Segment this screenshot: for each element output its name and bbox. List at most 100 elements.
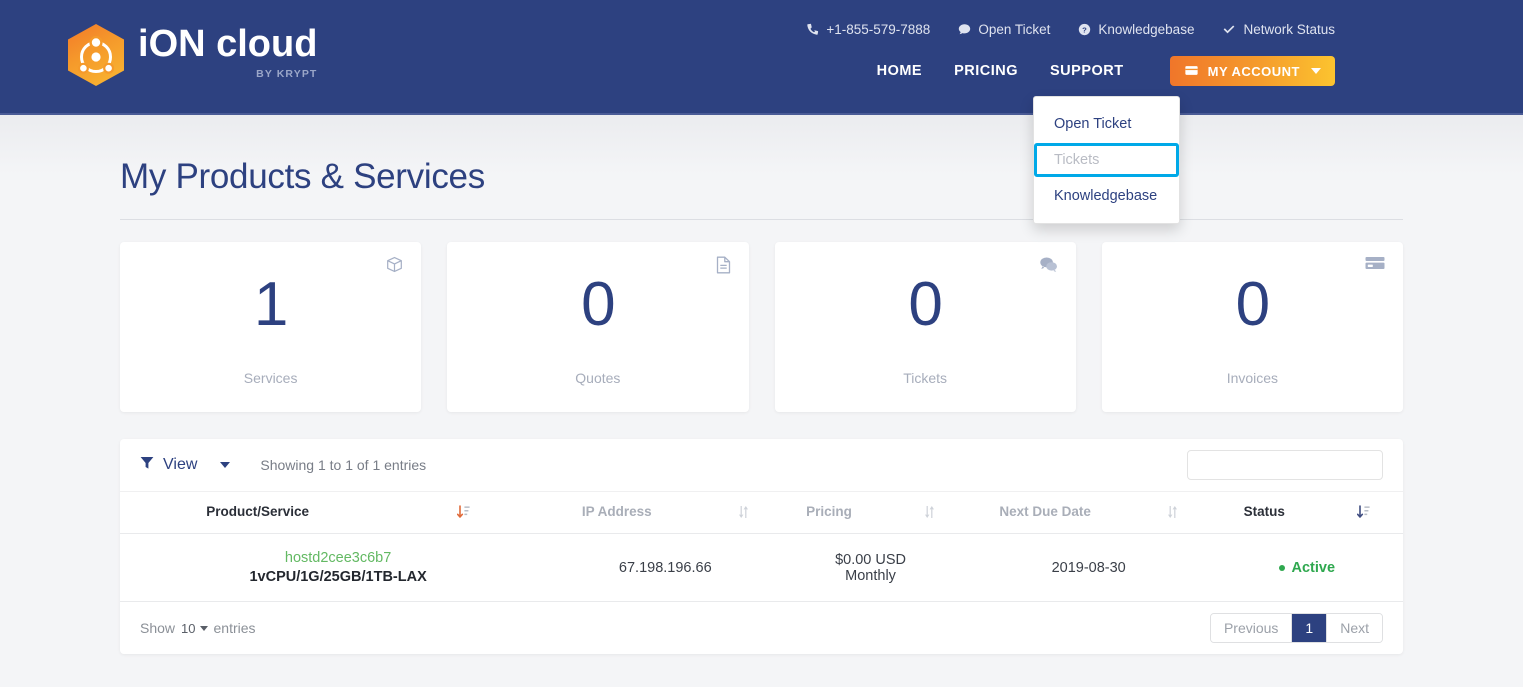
view-filter-button[interactable]: View [140,456,231,475]
services-table: Product/Service IP Address Pricing Next … [120,491,1403,602]
filter-icon [140,456,154,475]
price-cycle: Monthly [845,567,896,584]
search-input[interactable] [1187,450,1383,480]
caret-down-icon [1311,68,1321,74]
sort-icon [738,505,749,519]
dropdown-item-knowledgebase[interactable]: Knowledgebase [1034,179,1179,213]
col-product-service[interactable]: Product/Service [120,491,557,534]
header-utility-links: +1-855-579-7888 Open Ticket ? Knowledgeb… [806,22,1335,37]
chevron-down-icon [220,462,231,468]
my-account-label: MY ACCOUNT [1207,63,1300,79]
brand-name-ion: i [138,23,149,65]
pagination-previous[interactable]: Previous [1210,614,1293,642]
support-dropdown-menu: Open Ticket Tickets Knowledgebase [1033,96,1180,224]
sort-icon [1167,505,1178,519]
table-toolbar: View Showing 1 to 1 of 1 entries [120,439,1403,491]
sort-amount-down-icon [1356,504,1370,519]
col-pricing-label: Pricing [806,504,852,519]
cell-pricing: $0.00 USD Monthly [774,533,967,602]
open-ticket-link[interactable]: Open Ticket [958,22,1050,37]
nav-support[interactable]: SUPPORT [1050,63,1124,79]
stat-label-services: Services [243,370,298,386]
nav-pricing[interactable]: PRICING [954,63,1018,79]
brand-tagline: BY KRYPT [256,68,318,80]
status-dot-icon [1278,564,1285,571]
stat-value-tickets: 0 [908,270,942,339]
comments-icon [1039,256,1058,278]
col-ip-address-label: IP Address [581,504,652,519]
show-label: Show [140,620,176,636]
status-badge: Active [1291,559,1336,576]
services-panel: View Showing 1 to 1 of 1 entries Product… [120,439,1403,654]
table-body: hostd2cee3c6b7 1vCPU/1G/25GB/1TB-LAX 67.… [120,533,1403,602]
stat-card-invoices[interactable]: 0 Invoices [1101,242,1403,412]
check-icon [1222,23,1236,36]
pagination-page-1[interactable]: 1 [1292,614,1328,642]
showing-entries-text: Showing 1 to 1 of 1 entries [260,457,427,473]
brand-name: iON cloud [138,22,317,66]
cell-product-service: hostd2cee3c6b7 1vCPU/1G/25GB/1TB-LAX [120,533,557,602]
service-spec: 1vCPU/1G/25GB/1TB-LAX [249,569,427,585]
stat-card-quotes[interactable]: 0 Quotes [447,242,749,412]
table-footer: Show 10 entries Previous 1 Next [120,602,1403,654]
col-status[interactable]: Status [1210,491,1403,534]
table-header-row: Product/Service IP Address Pricing Next … [120,491,1403,534]
stat-label-quotes: Quotes [575,370,621,386]
credit-card-icon [1365,256,1385,277]
pagination: Previous 1 Next [1209,613,1383,643]
sort-icon [924,505,935,519]
sort-amount-down-icon [457,504,470,519]
knowledgebase-label: Knowledgebase [1098,22,1195,37]
comment-icon [958,23,971,36]
cell-ip-address: 67.198.196.66 [556,533,775,602]
question-circle-icon: ? [1078,23,1091,36]
dropdown-item-open-ticket[interactable]: Open Ticket [1034,107,1179,141]
stat-value-services: 1 [253,270,288,339]
page-body: My Products & Services 1 Services 0 Quot… [0,115,1523,687]
stat-cards: 1 Services 0 Quotes 0 Tickets 0 Invoices [120,242,1403,412]
cell-status: Active [1210,533,1403,602]
cell-next-due-date: 2019-08-30 [966,533,1211,602]
open-ticket-label: Open Ticket [978,22,1051,37]
file-icon [716,256,731,279]
stat-card-tickets[interactable]: 0 Tickets [774,242,1076,412]
brand-name-rest: ON cloud [148,23,318,65]
col-next-due-date[interactable]: Next Due Date [966,491,1211,534]
phone-link[interactable]: +1-855-579-7888 [806,22,930,37]
table-row[interactable]: hostd2cee3c6b7 1vCPU/1G/25GB/1TB-LAX 67.… [120,533,1403,602]
entries-value: 10 [181,620,196,636]
entries-label: entries [213,620,256,636]
main-navigation: HOME PRICING SUPPORT MY ACCOUNT [877,56,1335,86]
col-pricing[interactable]: Pricing [774,491,967,534]
view-label: View [163,456,198,473]
col-next-due-date-label: Next Due Date [999,504,1091,519]
table-header: Product/Service IP Address Pricing Next … [120,491,1403,534]
stat-label-tickets: Tickets [903,370,948,386]
pagination-next[interactable]: Next [1327,614,1382,642]
chevron-down-icon [199,625,208,631]
stat-label-invoices: Invoices [1226,370,1279,386]
ion-atom-hexagon-logo-icon [68,24,124,86]
network-status-link[interactable]: Network Status [1222,22,1335,37]
col-status-label: Status [1243,504,1285,519]
svg-text:?: ? [1083,25,1088,34]
site-header: iON cloud BY KRYPT +1-855-579-7888 Open … [0,0,1523,115]
dropdown-item-tickets[interactable]: Tickets [1034,143,1179,177]
col-product-service-label: Product/Service [206,504,309,519]
network-status-label: Network Status [1243,22,1335,37]
knowledgebase-link[interactable]: ? Knowledgebase [1078,22,1194,37]
my-account-button[interactable]: MY ACCOUNT [1169,56,1335,86]
phone-icon [806,23,819,36]
show-entries-control: Show 10 entries [140,620,256,636]
price-amount: $0.00 USD [835,551,907,568]
briefcase-icon [1184,63,1199,80]
brand-logo[interactable]: iON cloud BY KRYPT [68,22,317,86]
stat-value-quotes: 0 [581,270,615,339]
col-ip-address[interactable]: IP Address [556,491,775,534]
box-icon [386,256,403,278]
service-name-link[interactable]: hostd2cee3c6b7 [126,550,550,566]
nav-home[interactable]: HOME [877,63,923,79]
page-title: My Products & Services [120,157,1403,220]
stat-card-services[interactable]: 1 Services [120,242,422,412]
entries-per-page-select[interactable]: 10 [181,620,208,636]
